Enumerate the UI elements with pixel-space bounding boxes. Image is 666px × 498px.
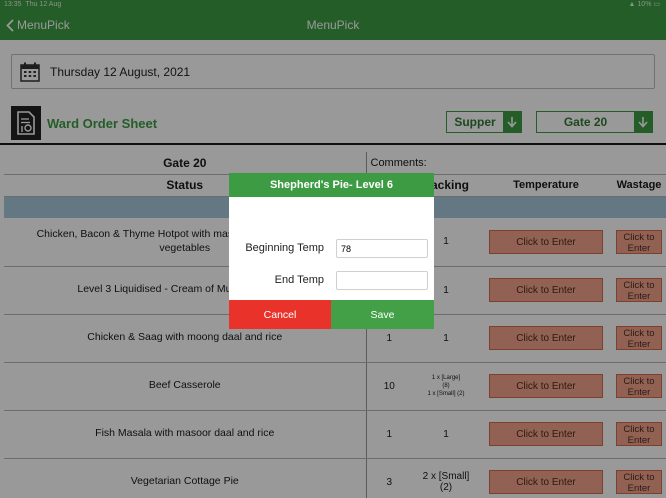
dialog-actions: Cancel Save [229, 300, 434, 329]
end-temp-label: End Temp [274, 274, 324, 286]
dialog-title: Shepherd's Pie- Level 6 [229, 173, 434, 197]
save-button[interactable]: Save [331, 300, 434, 329]
cancel-button[interactable]: Cancel [229, 300, 331, 329]
end-temp-input[interactable] [336, 271, 428, 290]
beginning-temp-row: Beginning Temp [229, 239, 434, 259]
beginning-temp-input[interactable] [336, 239, 428, 258]
temperature-dialog: Shepherd's Pie- Level 6 Beginning Temp E… [229, 173, 434, 329]
beginning-temp-label: Beginning Temp [245, 242, 324, 254]
end-temp-row: End Temp [229, 271, 434, 291]
